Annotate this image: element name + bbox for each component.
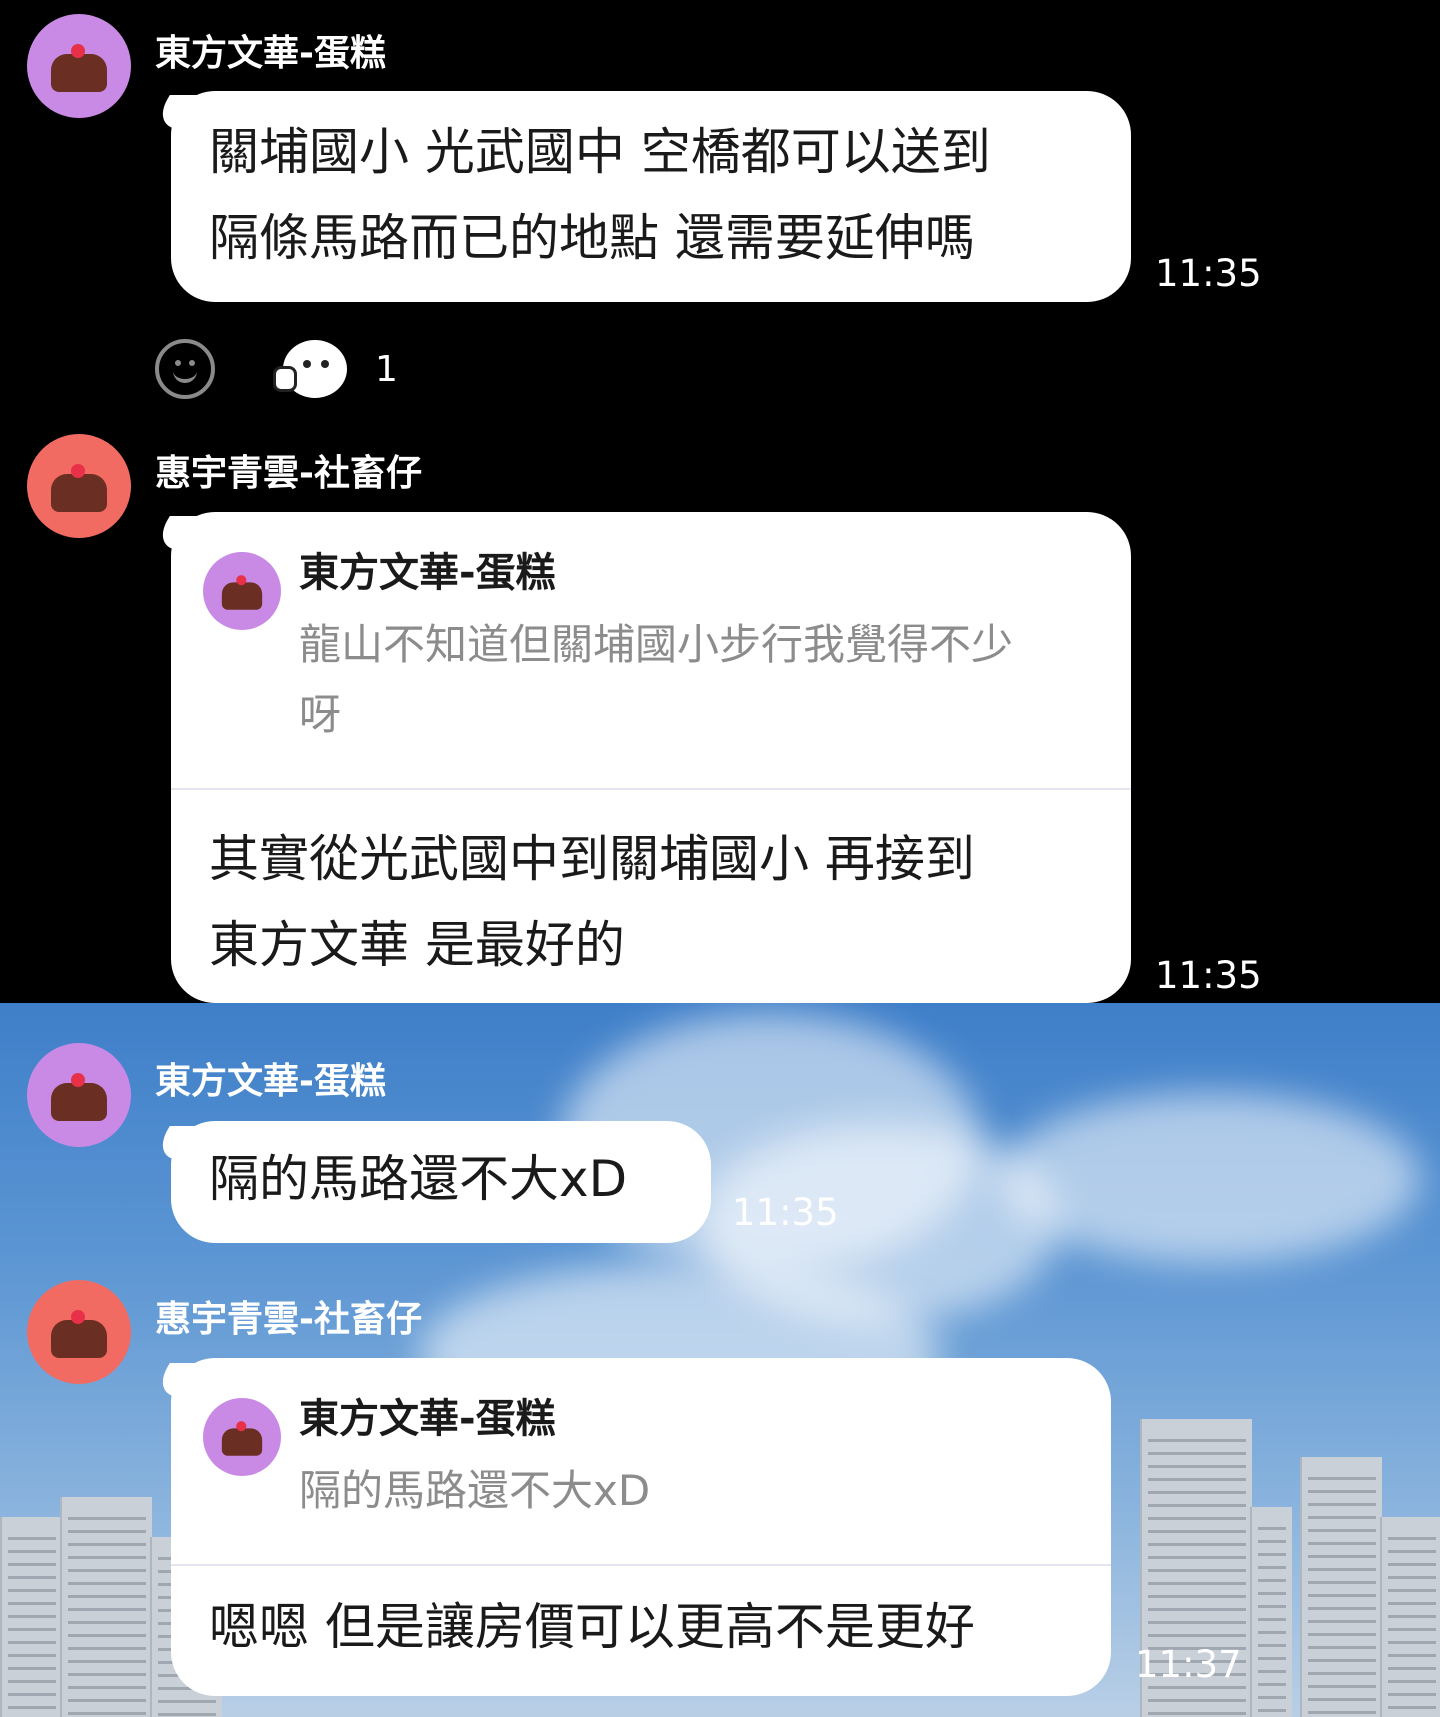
quoted-line: 呀 <box>299 690 342 739</box>
cake-icon <box>51 460 107 512</box>
message-line: 其實從光武國中到關埔國小 再接到 <box>209 830 975 888</box>
cake-icon <box>221 572 263 610</box>
thumbs-up-sticker-icon[interactable] <box>273 340 347 398</box>
message-bubble[interactable]: 關埔國小 光武國中 空橋都可以送到 隔條馬路而已的地點 還需要延伸嗎 <box>171 91 1131 302</box>
avatar-cake-user[interactable] <box>27 14 131 118</box>
message-timestamp: 11:37 <box>1135 1643 1242 1686</box>
cake-icon <box>51 40 107 92</box>
message-timestamp: 11:35 <box>1155 252 1262 295</box>
quoted-line: 龍山不知道但關埔國小步行我覺得不少 <box>299 620 1014 669</box>
quote-divider <box>171 1564 1111 1566</box>
quoted-avatar <box>203 552 281 630</box>
sender-name: 惠宇青雲-社畜仔 <box>155 1299 422 1340</box>
message-line: 東方文華 是最好的 <box>209 916 625 974</box>
message-line: 隔的馬路還不大xD <box>209 1150 628 1208</box>
quote-divider <box>171 788 1131 790</box>
reaction-row: 1 <box>155 337 398 401</box>
reaction-count: 1 <box>375 348 398 390</box>
reply-message-bubble[interactable]: 東方文華-蛋糕 龍山不知道但關埔國小步行我覺得不少 呀 其實從光武國中到關埔國小… <box>171 512 1131 1003</box>
smiley-face-icon[interactable] <box>155 339 215 399</box>
sender-name: 東方文華-蛋糕 <box>155 33 386 74</box>
message-line: 關埔國小 光武國中 空橋都可以送到 <box>209 123 991 181</box>
avatar-cake-user[interactable] <box>27 1043 131 1147</box>
quoted-text: 龍山不知道但關埔國小步行我覺得不少 呀 <box>299 610 1099 750</box>
reply-message-bubble[interactable]: 東方文華-蛋糕 隔的馬路還不大xD 嗯嗯 但是讓房價可以更高不是更好 <box>171 1358 1111 1696</box>
message-timestamp: 11:35 <box>1155 954 1262 997</box>
cake-icon <box>51 1069 107 1121</box>
cake-icon <box>51 1306 107 1358</box>
quoted-message[interactable]: 東方文華-蛋糕 龍山不知道但關埔國小步行我覺得不少 呀 <box>171 512 1131 800</box>
quoted-message[interactable]: 東方文華-蛋糕 隔的馬路還不大xD <box>171 1358 1111 1568</box>
message-line: 隔條馬路而已的地點 還需要延伸嗎 <box>209 209 975 267</box>
quoted-sender-name: 東方文華-蛋糕 <box>299 1396 556 1442</box>
sender-name: 東方文華-蛋糕 <box>155 1061 386 1102</box>
sender-name: 惠宇青雲-社畜仔 <box>155 453 422 494</box>
message-line: 嗯嗯 但是讓房價可以更高不是更好 <box>209 1598 975 1656</box>
quoted-avatar <box>203 1398 281 1476</box>
quoted-sender-name: 東方文華-蛋糕 <box>299 550 556 596</box>
quoted-line: 隔的馬路還不大xD <box>299 1466 651 1515</box>
cake-icon <box>221 1418 263 1456</box>
message-bubble[interactable]: 隔的馬路還不大xD <box>171 1121 711 1243</box>
message-timestamp: 11:35 <box>732 1191 839 1234</box>
avatar-office-user[interactable] <box>27 434 131 538</box>
avatar-office-user[interactable] <box>27 1280 131 1384</box>
quoted-text: 隔的馬路還不大xD <box>299 1456 1099 1526</box>
